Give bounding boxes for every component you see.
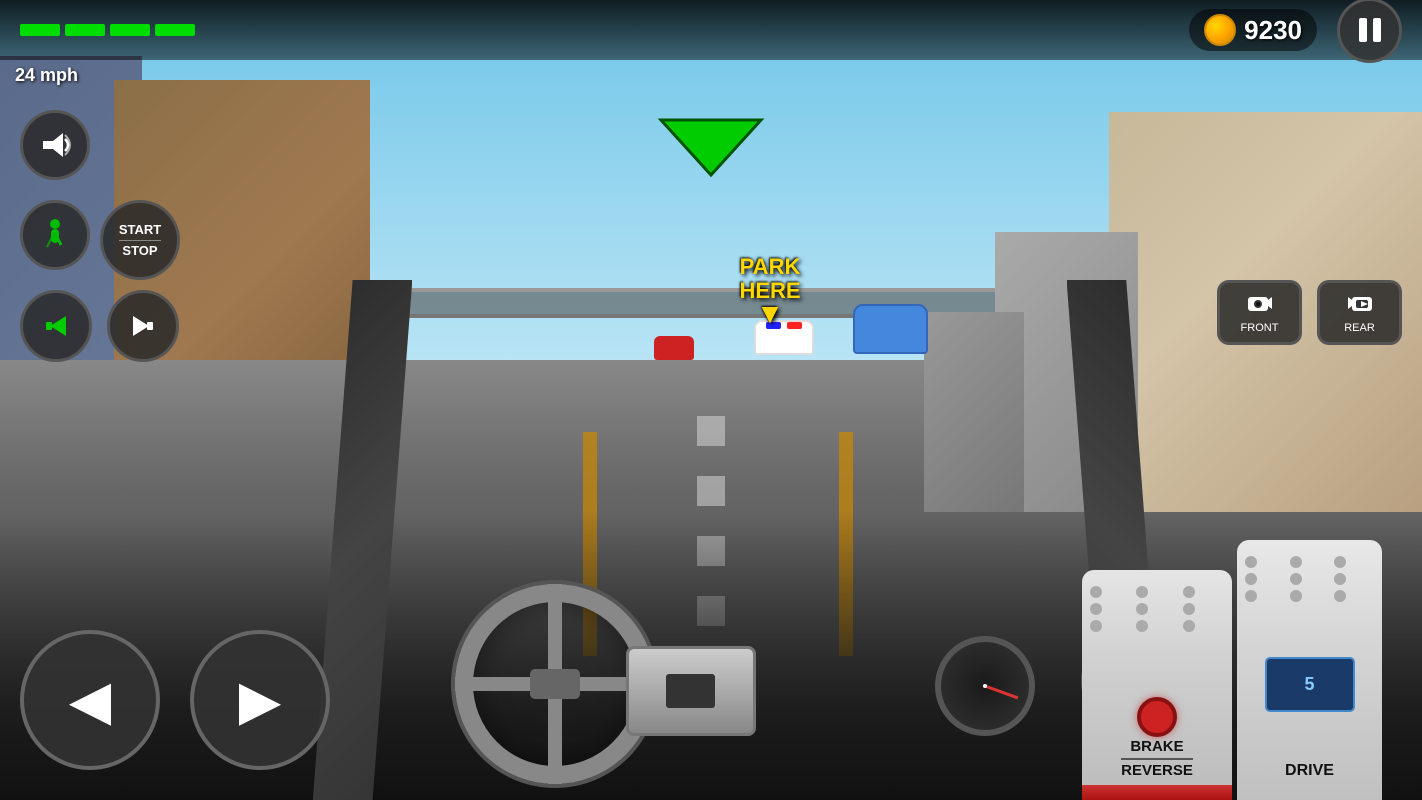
- left-turn-button[interactable]: [20, 290, 92, 362]
- drive-dot-8: [1290, 590, 1302, 602]
- rear-camera-icon: [1346, 292, 1374, 320]
- drive-dot-7: [1245, 590, 1257, 602]
- health-bar-3: [110, 24, 150, 36]
- health-bar-container: [20, 24, 195, 36]
- dot-2: [1136, 586, 1148, 598]
- right-turn-button[interactable]: [107, 290, 179, 362]
- steer-right-icon: ▶: [239, 668, 281, 732]
- speed-display: 24 mph: [15, 65, 78, 86]
- brake-indicator: [1137, 697, 1177, 737]
- dot-6: [1183, 603, 1195, 615]
- drive-dot-6: [1334, 573, 1346, 585]
- brake-pedal-texture: [1082, 578, 1232, 640]
- drive-pedal-texture: [1237, 548, 1382, 610]
- road-right-line: [839, 432, 853, 656]
- horn-button[interactable]: [20, 110, 90, 180]
- blue-car: [853, 304, 928, 354]
- dot-3: [1183, 586, 1195, 598]
- front-camera-button[interactable]: FRONT: [1217, 280, 1302, 345]
- steer-left-icon: ◀: [69, 668, 111, 732]
- front-camera-icon: [1246, 292, 1274, 320]
- steer-right-button[interactable]: ▶: [190, 630, 330, 770]
- center-console-block: [626, 646, 756, 736]
- pause-button[interactable]: [1337, 0, 1402, 63]
- drive-label: DRIVE: [1285, 761, 1334, 780]
- dot-7: [1090, 620, 1102, 632]
- dot-4: [1090, 603, 1102, 615]
- turn-signal-buttons: [20, 290, 179, 362]
- instrument-cluster: [626, 626, 986, 736]
- seatbelt-button[interactable]: [20, 200, 90, 270]
- drive-dot-9: [1334, 590, 1346, 602]
- pause-bar-1: [1359, 18, 1367, 42]
- camera-buttons: FRONT REAR: [1217, 280, 1402, 345]
- drive-dot-1: [1245, 556, 1257, 568]
- dot-9: [1183, 620, 1195, 632]
- dot-1: [1090, 586, 1102, 598]
- speedometer: [935, 636, 1035, 736]
- start-stop-button[interactable]: START STOP: [100, 200, 180, 280]
- health-bar-2: [65, 24, 105, 36]
- rear-camera-button[interactable]: REAR: [1317, 280, 1402, 345]
- score-display: 9230: [1189, 9, 1317, 51]
- drive-dot-2: [1290, 556, 1302, 568]
- top-hud: 9230: [0, 0, 1422, 60]
- steering-controls: ◀ ▶: [20, 630, 330, 770]
- rear-camera-label: REAR: [1344, 322, 1375, 334]
- red-car: [654, 336, 694, 360]
- building-right-3: [924, 312, 1024, 512]
- brake-bottom-strip: [1082, 785, 1232, 800]
- pedals-container: BRAKE REVERSE 5 DRIVE: [1082, 530, 1422, 800]
- health-bar-1: [20, 24, 60, 36]
- pause-bar-2: [1373, 18, 1381, 42]
- drive-dot-3: [1334, 556, 1346, 568]
- steer-left-button[interactable]: ◀: [20, 630, 160, 770]
- road-center-line: [697, 416, 725, 656]
- score-value: 9230: [1244, 15, 1302, 46]
- drive-dot-4: [1245, 573, 1257, 585]
- steering-center-hub: [530, 669, 580, 699]
- pause-icon: [1359, 18, 1381, 42]
- drive-dot-5: [1290, 573, 1302, 585]
- health-bar-4: [155, 24, 195, 36]
- front-camera-label: FRONT: [1241, 322, 1279, 334]
- drive-indicator-display: 5: [1265, 657, 1355, 712]
- park-here-indicator: PARK HERE ▼: [739, 255, 800, 326]
- drive-pedal[interactable]: 5 DRIVE: [1237, 540, 1382, 800]
- dot-8: [1136, 620, 1148, 632]
- brake-label: BRAKE REVERSE: [1121, 738, 1193, 782]
- nav-arrow-indicator: [651, 110, 771, 185]
- brake-reverse-pedal[interactable]: BRAKE REVERSE: [1082, 570, 1232, 800]
- coin-icon: [1204, 14, 1236, 46]
- dot-5: [1136, 603, 1148, 615]
